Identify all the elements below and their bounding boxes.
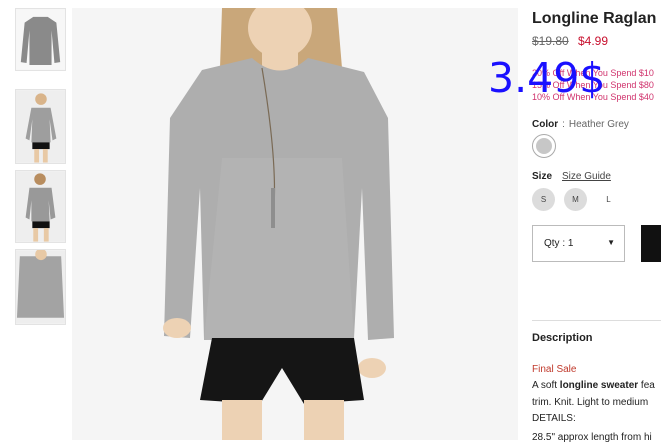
- description-text: A soft: [532, 380, 560, 391]
- quantity-select[interactable]: Qty : 1 ▼: [532, 225, 625, 262]
- size-option-m[interactable]: M: [564, 188, 587, 211]
- product-title: Longline Raglan: [532, 10, 657, 27]
- description-line-1: A soft longline sweater fea: [532, 380, 655, 391]
- quantity-label: Qty : 1: [544, 238, 574, 249]
- thumbnail-2[interactable]: [15, 89, 66, 164]
- model-front-image: [16, 90, 65, 163]
- description-heading: Description: [532, 332, 593, 344]
- color-value: Heather Grey: [568, 119, 629, 130]
- main-product-image[interactable]: [72, 8, 518, 440]
- color-label-row: Color: Heather Grey: [532, 119, 629, 130]
- model-side-image: [16, 171, 65, 242]
- sweater-flat-image: [16, 9, 65, 70]
- add-to-bag-button[interactable]: [641, 225, 661, 262]
- size-option-s[interactable]: S: [532, 188, 555, 211]
- final-sale-label: Final Sale: [532, 364, 577, 375]
- description-line-2: trim. Knit. Light to medium: [532, 397, 649, 408]
- section-divider: [532, 320, 661, 321]
- size-option-l[interactable]: L: [597, 188, 620, 211]
- color-label: Color: [532, 119, 559, 130]
- model-wearing-sweater-image: [72, 8, 518, 440]
- size-guide-link[interactable]: Size Guide: [562, 171, 611, 182]
- price-overlay-annotation: 3.49$: [488, 54, 606, 102]
- chevron-down-icon: ▼: [607, 238, 615, 247]
- sale-price: $4.99: [578, 34, 609, 48]
- model-closeup-image: [16, 250, 65, 324]
- size-label: Size: [532, 171, 553, 182]
- thumbnail-1[interactable]: [15, 8, 66, 71]
- description-line-3: DETAILS:: [532, 413, 576, 424]
- description-text-end: fea: [638, 380, 655, 391]
- color-swatch-heather-grey[interactable]: [532, 134, 556, 158]
- description-bold-text: longline sweater: [559, 380, 639, 391]
- description-line-4: 28.5" approx length from hi: [532, 432, 652, 443]
- thumbnail-4[interactable]: [15, 249, 66, 325]
- swatch-fill: [536, 138, 552, 154]
- thumbnail-3[interactable]: [15, 170, 66, 243]
- color-separator: :: [562, 119, 565, 130]
- original-price: $19.80: [532, 34, 569, 48]
